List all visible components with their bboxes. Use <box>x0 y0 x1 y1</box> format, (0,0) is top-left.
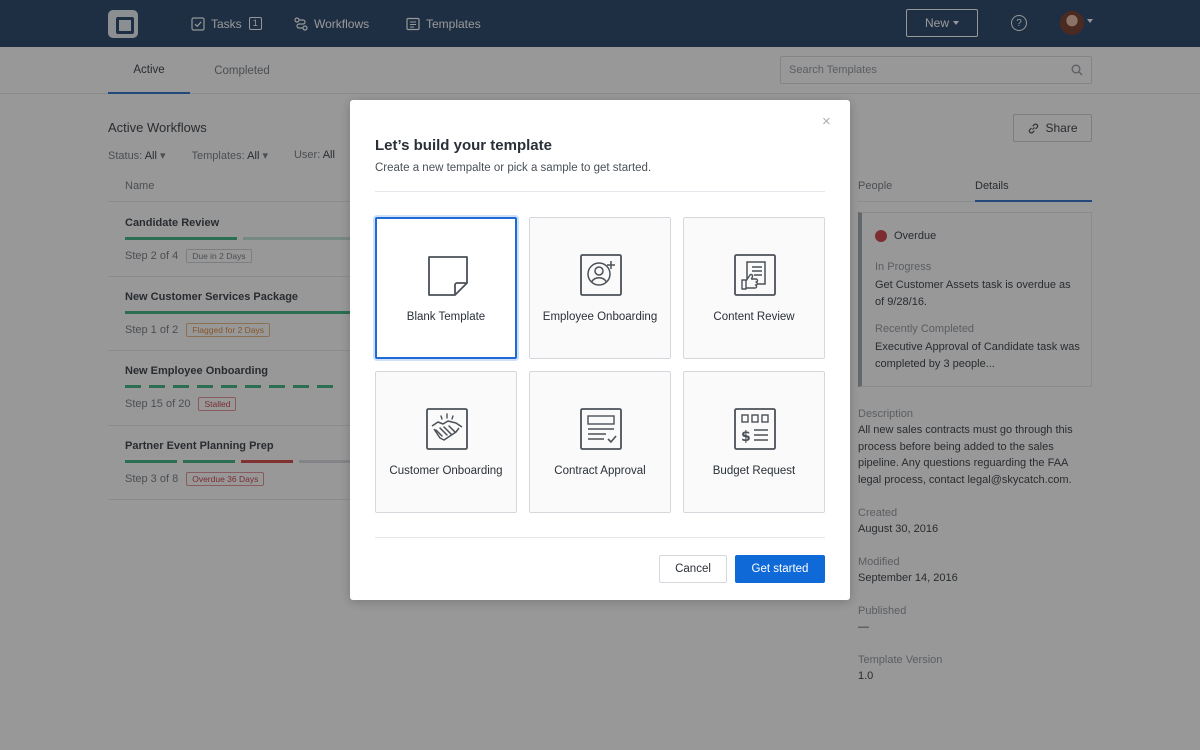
cancel-button[interactable]: Cancel <box>659 555 727 583</box>
template-card-customer-onboarding[interactable]: Customer Onboarding <box>375 371 517 513</box>
divider <box>375 537 825 538</box>
add-user-icon <box>580 254 622 296</box>
template-card-budget-request[interactable]: $ Budget Request <box>683 371 825 513</box>
budget-calculator-icon: $ <box>734 408 776 450</box>
thumbs-up-document-icon <box>734 254 776 296</box>
template-card-label: Blank Template <box>406 311 486 323</box>
svg-text:$: $ <box>741 429 751 445</box>
divider <box>375 191 825 192</box>
template-card-label: Employee Onboarding <box>542 311 658 323</box>
modal-subtitle: Create a new tempalte or pick a sample t… <box>375 162 652 174</box>
template-card-label: Contract Approval <box>554 465 646 477</box>
template-card-employee-onboarding[interactable]: Employee Onboarding <box>529 217 671 359</box>
template-card-contract-approval[interactable]: Contract Approval <box>529 371 671 513</box>
close-icon[interactable]: × <box>822 113 831 130</box>
get-started-button[interactable]: Get started <box>735 555 825 583</box>
modal-title: Let’s build your template <box>375 137 552 154</box>
handshake-icon <box>426 408 468 450</box>
contract-check-icon <box>580 408 622 450</box>
template-modal: × Let’s build your template Create a new… <box>350 100 850 600</box>
template-card-blank[interactable]: Blank Template <box>375 217 517 359</box>
template-card-label: Content Review <box>713 311 795 323</box>
blank-page-icon <box>428 256 468 296</box>
template-card-label: Customer Onboarding <box>389 465 503 477</box>
template-card-label: Budget Request <box>712 465 796 477</box>
template-card-content-review[interactable]: Content Review <box>683 217 825 359</box>
